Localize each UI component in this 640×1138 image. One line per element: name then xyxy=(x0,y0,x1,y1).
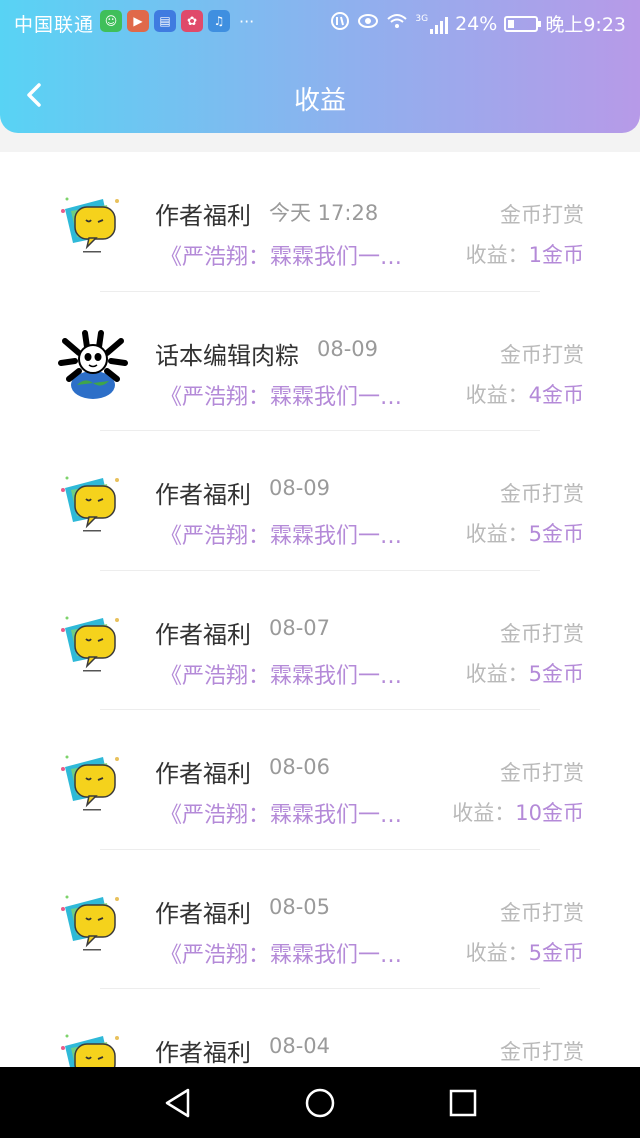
carrier-label: 中国联通 xyxy=(14,14,95,36)
earnings-value: 1金币 xyxy=(528,243,584,267)
item-date: 08-04 xyxy=(269,1034,331,1058)
status-right: 3G 24% 晚上9:23 xyxy=(330,10,626,37)
list-item[interactable]: 作者福利 08-09 金币打赏《严浩翔：霖霖我们一… 收益：5金币 xyxy=(0,431,640,571)
earnings-value: 5金币 xyxy=(528,522,584,546)
avatar[interactable] xyxy=(55,466,131,542)
nav-back-icon[interactable] xyxy=(163,1087,193,1123)
item-date: 08-07 xyxy=(269,615,331,640)
item-date: 08-09 xyxy=(269,476,331,500)
avatar[interactable] xyxy=(55,885,131,961)
sender-name: 作者福利 xyxy=(155,620,251,649)
earnings: 收益：5金币 xyxy=(466,658,584,688)
earnings: 收益：1金币 xyxy=(466,239,584,269)
avatar[interactable] xyxy=(55,1024,131,1067)
work-title-link[interactable]: 《严浩翔：霖霖我们一… xyxy=(160,379,402,411)
earnings-label: 收益： xyxy=(465,382,529,407)
reward-type: 金币打赏 xyxy=(500,900,584,925)
nav-home-icon[interactable] xyxy=(304,1087,336,1123)
list-item[interactable]: 作者福利 今天 17:28 金币打赏《严浩翔：霖霖我们一… 收益：1金币 xyxy=(0,152,640,292)
reward-type: 金币打赏 xyxy=(500,761,584,785)
work-title-link[interactable]: 《严浩翔：霖霖我们一… xyxy=(160,518,402,550)
list-item[interactable]: 作者福利 08-04 金币打赏 xyxy=(0,989,640,1067)
nav-recent-icon[interactable] xyxy=(448,1087,478,1123)
earnings: 收益：5金币 xyxy=(466,518,584,548)
signal-icon: 3G xyxy=(415,13,449,34)
more-notifications-icon: ··· xyxy=(239,11,255,31)
earnings-label: 收益： xyxy=(465,243,529,267)
list-item[interactable]: 作者福利 08-05 金币打赏《严浩翔：霖霖我们一… 收益：5金币 xyxy=(0,850,640,989)
sender-name: 话本编辑肉粽 xyxy=(155,341,299,370)
work-title-link[interactable]: 《严浩翔：霖霖我们一… xyxy=(160,937,402,969)
earnings: 收益：4金币 xyxy=(466,379,584,409)
earnings-label: 收益： xyxy=(465,940,529,965)
sender-name: 作者福利 xyxy=(155,481,251,509)
list-item[interactable]: 作者福利 08-07 金币打赏《严浩翔：霖霖我们一… 收益：5金币 xyxy=(0,571,640,710)
system-nav-bar xyxy=(0,1067,640,1138)
earnings-value: 5金币 xyxy=(528,940,584,965)
store-app-icon: ▤ xyxy=(154,10,176,32)
silent-icon xyxy=(330,11,350,36)
earnings-value: 5金币 xyxy=(528,661,584,686)
chat-app-icon: ☺ xyxy=(100,10,122,32)
work-title-link[interactable]: 《严浩翔：霖霖我们一… xyxy=(160,239,402,271)
avatar[interactable] xyxy=(55,327,131,403)
work-title-link[interactable]: 《严浩翔：霖霖我们一… xyxy=(160,797,402,829)
eye-comfort-icon xyxy=(357,12,379,35)
work-title-link[interactable]: 《严浩翔：霖霖我们一… xyxy=(160,658,402,690)
earnings-label: 收益： xyxy=(465,661,529,686)
page-title: 收益 xyxy=(293,86,346,116)
earnings-list: 作者福利 今天 17:28 金币打赏 《严浩翔：霖霖我们一… 收益：1金币 话本编辑肉粽 0… xyxy=(0,152,640,1067)
item-date: 08-05 xyxy=(269,894,331,919)
header: 中国联通 ☺ ▶ ▤ ✿ ♫ ··· 3G 24% 晚上9:23 收益 xyxy=(0,0,640,133)
clock: 晚上9:23 xyxy=(545,14,626,36)
sender-name: 作者福利 xyxy=(155,899,251,928)
music-app-icon: ♫ xyxy=(208,10,230,32)
notification-icons: ☺ ▶ ▤ ✿ ♫ ··· xyxy=(100,10,254,32)
sender-name: 作者福利 xyxy=(155,760,251,788)
earnings-value: 4金币 xyxy=(528,382,584,407)
sender-name: 作者福利 xyxy=(155,202,251,230)
earnings: 收益：5金币 xyxy=(466,937,584,967)
reward-type: 金币打赏 xyxy=(500,342,584,367)
list-item[interactable]: 作者福利 08-06 金币打赏《严浩翔：霖霖我们一… 收益：10金币 xyxy=(0,710,640,850)
wifi-icon xyxy=(386,12,408,35)
status-bar: 中国联通 ☺ ▶ ▤ ✿ ♫ ··· 3G 24% 晚上9:23 xyxy=(0,0,640,44)
network-type-label: 3G xyxy=(415,13,429,24)
avatar[interactable] xyxy=(55,606,131,682)
avatar[interactable] xyxy=(55,187,131,263)
item-date: 今天 17:28 xyxy=(269,201,379,225)
reward-type: 金币打赏 xyxy=(500,203,584,227)
social-app-icon: ✿ xyxy=(181,10,203,32)
earnings-label: 收益： xyxy=(465,522,529,546)
item-date: 08-09 xyxy=(317,336,379,361)
item-date: 08-06 xyxy=(269,755,331,779)
earnings-value: 10金币 xyxy=(515,801,584,825)
list-item[interactable]: 话本编辑肉粽 08-09 金币打赏《严浩翔：霖霖我们一… 收益：4金币 xyxy=(0,292,640,431)
earnings-label: 收益： xyxy=(452,801,516,825)
reward-type: 金币打赏 xyxy=(500,621,584,646)
reward-type: 金币打赏 xyxy=(500,1040,584,1064)
video-app-icon: ▶ xyxy=(127,10,149,32)
reward-type: 金币打赏 xyxy=(500,482,584,506)
title-bar: 收益 xyxy=(0,60,640,132)
battery-percent: 24% xyxy=(455,12,498,35)
battery-icon xyxy=(504,15,542,32)
avatar[interactable] xyxy=(55,745,131,821)
earnings: 收益：10金币 xyxy=(452,797,584,827)
sender-name: 作者福利 xyxy=(155,1039,251,1067)
